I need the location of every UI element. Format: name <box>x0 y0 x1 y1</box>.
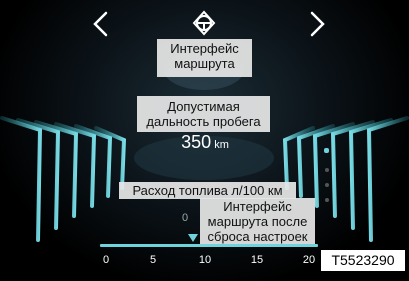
scale-tick: 15 <box>250 254 264 266</box>
callout-line: дальность пробега <box>146 114 261 129</box>
callout-line: Интерфейс <box>170 41 239 56</box>
scale-tick: 0 <box>102 254 110 266</box>
callout-route-interface: Интерфейс маршрута <box>157 39 252 77</box>
fuel-scale-marker <box>188 234 199 242</box>
fuel-current-value: 0 <box>182 212 189 224</box>
page-dot-2[interactable] <box>325 168 329 172</box>
page-dot-4[interactable] <box>325 198 329 202</box>
chevron-left-icon[interactable] <box>89 10 113 38</box>
scale-tick: 10 <box>198 254 212 266</box>
figure-code: T5523290 <box>321 250 405 271</box>
scale-tick: 20 <box>302 254 316 266</box>
chevron-right-icon[interactable] <box>305 10 329 38</box>
fuel-scale-track <box>100 244 318 247</box>
trip-screen: Интерфейс маршрута Допустимая дальность … <box>0 0 409 281</box>
range-unit: km <box>214 139 229 151</box>
callout-line: маршрута после <box>207 214 308 229</box>
callout-line: Допустимая <box>167 99 240 114</box>
range-readout: 350 km <box>160 132 250 155</box>
page-dot-1[interactable] <box>324 148 329 153</box>
callout-line: маршрута <box>174 56 235 71</box>
steering-wheel-icon[interactable] <box>187 8 221 38</box>
callout-line: Интерфейс <box>223 199 292 214</box>
callout-line: сброса настроек <box>207 229 308 244</box>
callout-route-after-reset: Интерфейс маршрута после сброса настроек <box>200 198 315 244</box>
range-value: 350 <box>181 132 212 152</box>
callout-driving-range: Допустимая дальность пробега <box>137 96 270 132</box>
scale-tick: 5 <box>149 254 157 266</box>
callout-fuel-consumption: Расход топлива л/100 км <box>119 182 296 199</box>
page-dot-3[interactable] <box>325 183 329 187</box>
